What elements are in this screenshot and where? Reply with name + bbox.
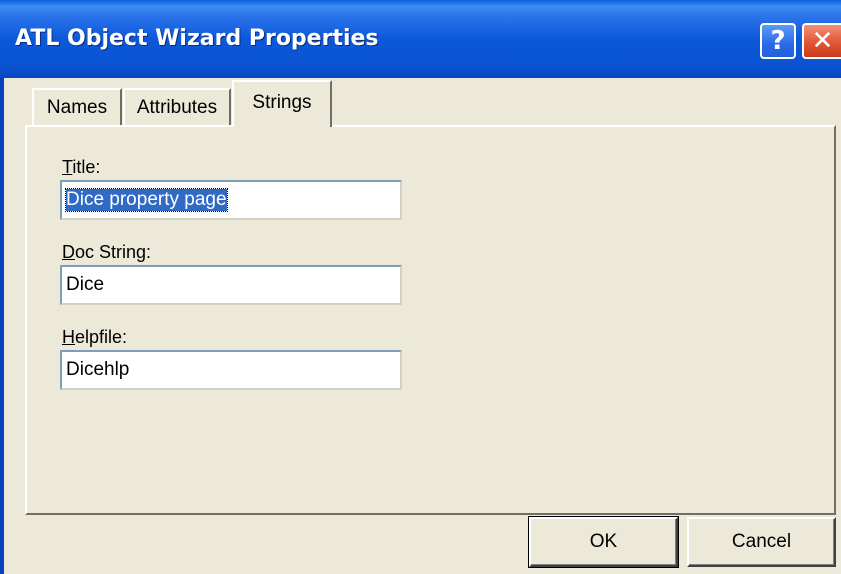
tab-strings[interactable]: Strings bbox=[232, 80, 332, 127]
tab-names[interactable]: Names bbox=[32, 88, 122, 126]
doc-string-field-label: Doc String: bbox=[62, 242, 151, 263]
tab-attributes[interactable]: Attributes bbox=[123, 88, 231, 126]
helpfile-label-text: elpfile: bbox=[75, 327, 128, 347]
tab-names-label: Names bbox=[46, 97, 108, 118]
helpfile-field-label: Helpfile: bbox=[62, 327, 127, 348]
cancel-button[interactable]: Cancel bbox=[687, 517, 836, 567]
help-button[interactable]: ? bbox=[760, 23, 796, 59]
doc-string-label-text: oc String: bbox=[75, 242, 152, 262]
tab-panel-strings: Title: Dice property page Doc String: Di… bbox=[25, 125, 836, 515]
ok-button[interactable]: OK bbox=[528, 516, 679, 568]
dialog-window: ATL Object Wizard Properties ? ✕ Names A… bbox=[0, 0, 841, 574]
window-title: ATL Object Wizard Properties bbox=[15, 26, 379, 51]
close-button[interactable]: ✕ bbox=[802, 23, 841, 59]
cancel-button-label: Cancel bbox=[731, 531, 792, 552]
doc-string-label-accel: D bbox=[62, 242, 75, 262]
helpfile-label-accel: H bbox=[62, 327, 75, 347]
helpfile-input[interactable]: Dicehlp bbox=[60, 350, 402, 390]
ok-button-label: OK bbox=[589, 531, 618, 552]
title-field-label: Title: bbox=[62, 157, 100, 178]
close-icon: ✕ bbox=[811, 26, 834, 56]
title-label-text: itle: bbox=[72, 157, 101, 177]
helpfile-input-value: Dicehlp bbox=[66, 359, 130, 380]
tab-attributes-label: Attributes bbox=[136, 97, 218, 118]
title-bar[interactable]: ATL Object Wizard Properties ? ✕ bbox=[0, 0, 841, 78]
window-frame-left bbox=[0, 78, 4, 574]
help-icon: ? bbox=[770, 26, 786, 56]
doc-string-input[interactable]: Dice bbox=[60, 265, 402, 305]
doc-string-input-value: Dice bbox=[66, 274, 105, 295]
title-label-accel: T bbox=[62, 157, 73, 177]
title-input[interactable]: Dice property page bbox=[60, 180, 402, 220]
title-input-value: Dice property page bbox=[65, 188, 228, 212]
tab-strings-label: Strings bbox=[252, 91, 312, 113]
